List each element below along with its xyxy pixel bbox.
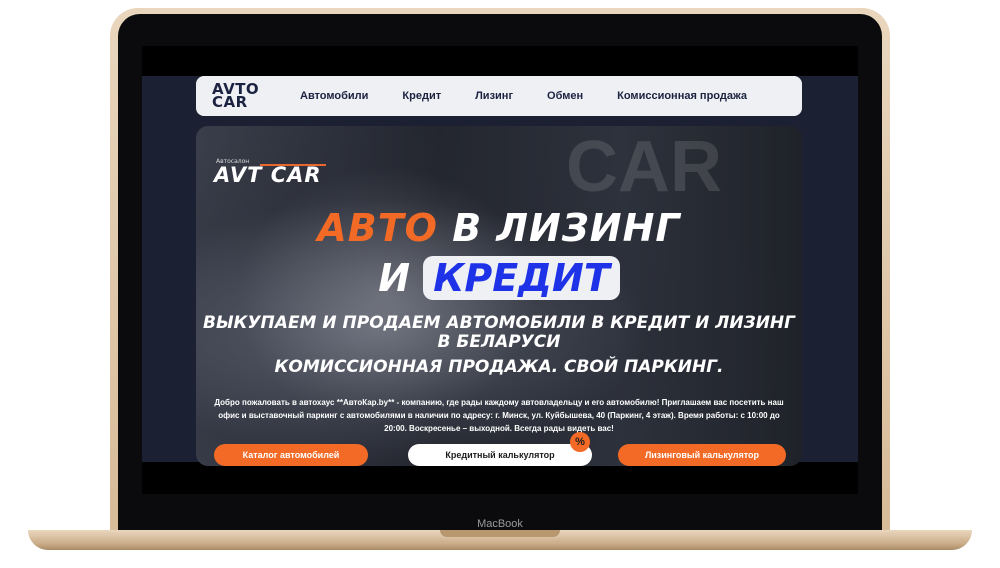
nav-link-cars[interactable]: Автомобили — [300, 90, 368, 102]
hero-logo-accent-line — [260, 164, 326, 166]
nav-link-leasing[interactable]: Лизинг — [475, 90, 513, 102]
nav-logo-line2: CAR — [212, 93, 248, 111]
laptop-brand-label: MacBook — [477, 518, 523, 530]
nav-links: Автомобили Кредит Лизинг Обмен Комиссион… — [300, 90, 747, 102]
nav-link-commission[interactable]: Комиссионная продажа — [617, 90, 747, 102]
headline-accent-word: АВТО — [317, 206, 438, 250]
subheadline-2: КОМИССИОННАЯ ПРОДАЖА. СВОЙ ПАРКИНГ. — [274, 357, 724, 377]
subheadline-1: ВЫКУПАЕМ И ПРОДАЕМ АВТОМОБИЛИ В КРЕДИТ И… — [202, 313, 795, 352]
nav-link-credit[interactable]: Кредит — [402, 90, 441, 102]
screen-bottom-bar — [142, 462, 858, 494]
headline-2-prefix: И — [378, 256, 424, 300]
hero-logo-text: AVT CAR — [214, 163, 322, 187]
leasing-calculator-button[interactable]: Лизинговый калькулятор — [618, 444, 786, 466]
nav-link-exchange[interactable]: Обмен — [547, 90, 583, 102]
catalog-button[interactable]: Каталог автомобилей — [214, 444, 368, 466]
headline-line-2: И КРЕДИТ — [196, 256, 802, 300]
percent-badge-icon: % — [570, 432, 590, 452]
laptop-notch — [440, 530, 560, 537]
headline-line-1: АВТО В ЛИЗИНГ — [196, 206, 802, 250]
hero-section: CAR Автосалон AVT CAR АВТО В ЛИЗИНГ И КР… — [196, 126, 802, 466]
hero-logo: Автосалон AVT CAR — [214, 158, 326, 187]
headline-rest: В ЛИЗИНГ — [438, 206, 681, 250]
navbar: AVTO CAR Автомобили Кредит Лизинг Обмен … — [196, 76, 802, 116]
hero-bg-word: CAR — [566, 127, 722, 207]
headline-credit-box: КРЕДИТ — [423, 256, 620, 300]
screen-top-bar — [142, 46, 858, 76]
nav-logo[interactable]: AVTO CAR — [212, 82, 276, 111]
credit-calculator-button[interactable]: Кредитный калькулятор — [408, 444, 592, 466]
screen: AVTO CAR Автомобили Кредит Лизинг Обмен … — [142, 46, 858, 494]
hero-description: Добро пожаловать в автохаус **АвтоКар.by… — [214, 398, 784, 433]
